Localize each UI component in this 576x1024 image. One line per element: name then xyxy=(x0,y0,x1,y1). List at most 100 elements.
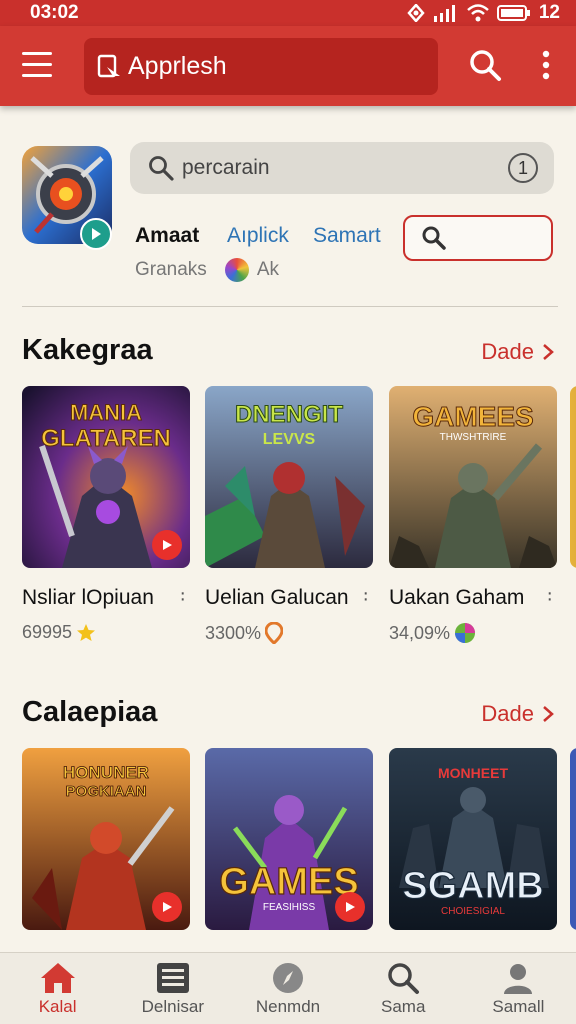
tab-aiplick[interactable]: Aıplick xyxy=(227,224,313,248)
game-ball-icon xyxy=(455,623,476,643)
nav-item-home[interactable]: Kalal xyxy=(0,953,115,1024)
game-card[interactable]: HONUNER POGKIAAN xyxy=(22,748,190,930)
art-title-text: GAMEES xyxy=(412,401,533,432)
rating-value: 69995 xyxy=(22,622,73,642)
game-card[interactable]: MONHEET SGAMB CHOIESIGIAL xyxy=(389,748,557,930)
game-title: Uelian Galucan xyxy=(205,586,349,609)
game-card[interactable]: GAMES FEASIHISS xyxy=(205,748,373,930)
main-search-placeholder: percarain xyxy=(182,156,270,179)
status-bar: 03:02 12 xyxy=(0,0,576,26)
nav-item-profile[interactable]: Samall xyxy=(461,953,576,1024)
nav-item-search[interactable]: Sama xyxy=(346,953,461,1024)
play-icon[interactable] xyxy=(335,892,365,922)
chevron-right-icon xyxy=(543,706,554,722)
game-card[interactable]: MANIA GLATAREN Nsliar lOpiuan · · 69995 xyxy=(22,386,190,642)
art-subtitle-text: FEASIHISS xyxy=(263,902,316,913)
rating-value: 3300% xyxy=(205,622,262,643)
chevron-right-icon xyxy=(543,344,554,360)
meta-right-text: Ak xyxy=(256,259,279,280)
appbar-search-field[interactable]: Apprlesh xyxy=(84,38,438,95)
game-card-partial[interactable] xyxy=(570,748,576,930)
more-vert-icon[interactable] xyxy=(536,48,556,82)
nav-label: Sama xyxy=(381,997,426,1016)
search-counter-badge[interactable]: 1 xyxy=(508,153,538,183)
play-icon[interactable] xyxy=(152,892,182,922)
battery-level: 12 xyxy=(538,2,560,23)
battery-icon xyxy=(496,5,530,21)
nav-label: Samall xyxy=(492,997,545,1016)
colorwheel-icon xyxy=(224,258,249,282)
section-more-label: Dade xyxy=(481,701,534,726)
game-title: Uakan Gaham xyxy=(389,586,525,609)
section-more-label: Dade xyxy=(481,339,534,364)
appbar-search-text: Apprlesh xyxy=(128,52,227,80)
art-subtitle-text: POGKIAAN xyxy=(66,783,147,800)
game-thumbnail[interactable]: HONUNER POGKIAAN xyxy=(22,748,190,930)
bottom-nav: Kalal Delnisar Nenmdn Sama Samall xyxy=(0,952,576,1024)
list-icon xyxy=(156,963,189,993)
meta-left-text: Granaks xyxy=(135,259,207,280)
more-options-icon[interactable]: · · xyxy=(179,583,186,609)
search-icon xyxy=(388,963,420,994)
art-subtitle-text: LEVVS xyxy=(263,431,316,448)
art-subtitle-text: THWSHTRIRE xyxy=(440,432,507,443)
game-card[interactable]: GAMEES THWSHTRIRE Uakan Gaham · · 34,09% xyxy=(389,386,557,643)
game-art-image: DNENGIT LEVVS xyxy=(205,386,373,568)
game-thumbnail[interactable]: MANIA GLATAREN xyxy=(22,386,190,568)
game-thumbnail[interactable]: DNENGIT LEVVS xyxy=(205,386,373,568)
person-icon xyxy=(504,964,533,994)
game-card[interactable]: DNENGIT LEVVS Uelian Galucan · · 3300% xyxy=(205,386,373,644)
game-rating: 69995 xyxy=(22,622,96,643)
game-thumbnail[interactable]: GAMEES THWSHTRIRE xyxy=(389,386,557,568)
star-icon xyxy=(77,623,96,641)
game-thumbnail[interactable]: GAMES FEASIHISS xyxy=(205,748,373,930)
game-card-partial[interactable] xyxy=(570,386,576,568)
status-time: 03:02 xyxy=(30,2,79,23)
more-options-icon[interactable]: · · xyxy=(546,583,553,609)
search-icon xyxy=(422,226,446,250)
play-icon[interactable] xyxy=(152,530,182,560)
app-bar: Apprlesh xyxy=(0,26,576,106)
location-pin-icon xyxy=(265,622,284,644)
play-badge-icon xyxy=(80,218,112,250)
main-search-field[interactable]: percarain 1 xyxy=(130,142,554,194)
game-art-image: GAMEES THWSHTRIRE xyxy=(389,386,557,568)
art-subtitle-text: GLATAREN xyxy=(41,425,171,452)
game-thumbnail[interactable]: MONHEET SGAMB CHOIESIGIAL xyxy=(389,748,557,930)
nav-label: Kalal xyxy=(38,997,77,1016)
section-title-2: Calaepiaa xyxy=(22,696,158,728)
game-rating: 34,09% xyxy=(389,622,476,644)
art-title-text: DNENGIT xyxy=(235,401,343,428)
secondary-search-button[interactable] xyxy=(403,215,553,261)
status-icons: 12 xyxy=(407,2,560,24)
search-icon[interactable] xyxy=(468,48,502,82)
section-more-2[interactable]: Dade xyxy=(481,701,554,727)
tab-samart[interactable]: Samart xyxy=(313,224,399,248)
wifi-icon xyxy=(467,4,489,22)
search-icon xyxy=(149,156,174,181)
art-title-text: HONUNER xyxy=(63,763,149,782)
menu-icon[interactable] xyxy=(22,52,52,80)
section-title-1: Kakegraa xyxy=(22,334,153,366)
header-tabs: Amaat Aıplick Samart xyxy=(135,224,399,248)
compass-icon xyxy=(273,963,303,993)
rating-value: 34,09% xyxy=(389,622,451,643)
app-logo-icon xyxy=(97,54,120,77)
art-title-text: MANIA xyxy=(70,400,142,425)
art-title-text: MONHEET xyxy=(438,765,508,781)
nav-label: Delnisar xyxy=(141,997,204,1016)
more-options-icon[interactable]: · · xyxy=(362,583,369,609)
tab-amaat[interactable]: Amaat xyxy=(135,224,227,248)
meta-row: Granaks Ak xyxy=(135,258,279,282)
section-more-1[interactable]: Dade xyxy=(481,339,554,365)
sync-icon xyxy=(407,4,425,22)
nav-item-compass[interactable]: Nenmdn xyxy=(230,953,345,1024)
game-rating: 3300% xyxy=(205,622,284,644)
signal-icon xyxy=(433,5,455,22)
nav-label: Nenmdn xyxy=(255,997,321,1016)
game-art-image: MONHEET SGAMB CHOIESIGIAL xyxy=(389,748,557,930)
nav-item-list[interactable]: Delnisar xyxy=(115,953,230,1024)
art-subtitle-text: SGAMB xyxy=(402,865,543,907)
header-panel: percarain 1 Amaat Aıplick Samart Granaks… xyxy=(0,106,576,308)
game-title: Nsliar lOpiuan xyxy=(22,586,154,609)
